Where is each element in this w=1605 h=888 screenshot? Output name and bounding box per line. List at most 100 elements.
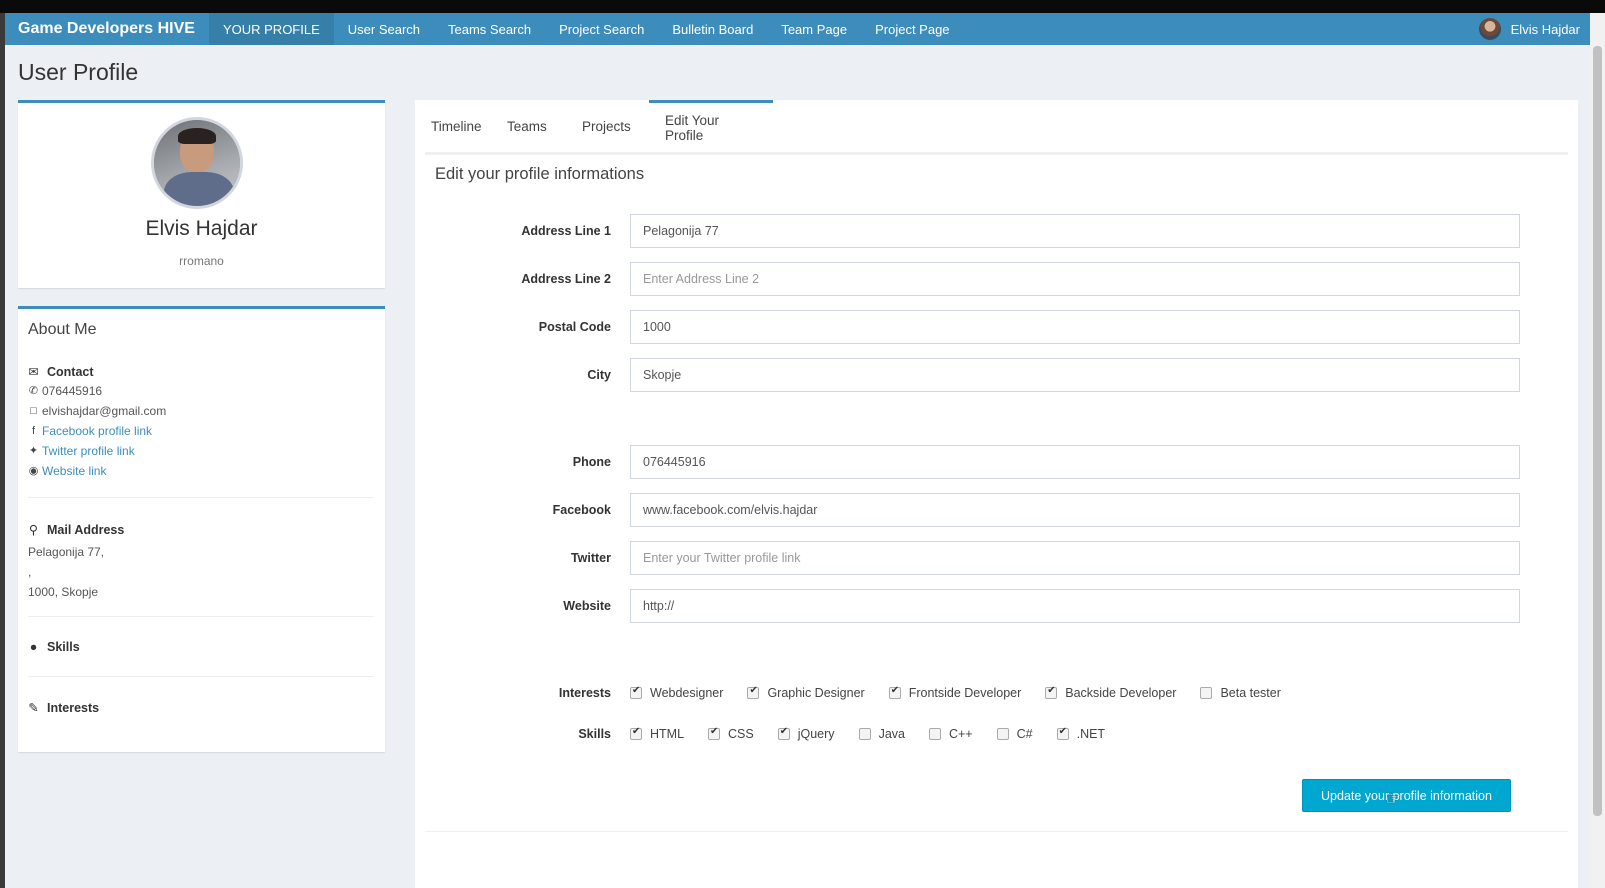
interests-checkbox[interactable]	[1045, 685, 1058, 699]
website-row: Website	[415, 589, 1578, 623]
tab-projects[interactable]: Projects	[566, 100, 647, 152]
profile-username: rromano	[179, 254, 224, 268]
nav-project-search[interactable]: Project Search	[545, 13, 658, 45]
skills-option[interactable]: .NET	[1056, 726, 1106, 741]
window-left-edge	[0, 13, 5, 888]
facebook-label: Facebook	[552, 503, 611, 517]
twitter-label: Twitter	[570, 551, 611, 565]
window-top-bar	[0, 0, 1605, 13]
skills-option[interactable]: Java	[858, 727, 905, 741]
address-line-2-input[interactable]	[630, 262, 1520, 296]
skills-option-label: C#	[1016, 727, 1033, 741]
mail-heading: Mail Address	[47, 522, 125, 537]
nav-bulletin-board[interactable]: Bulletin Board	[658, 13, 767, 45]
skills-checkbox[interactable]	[630, 726, 642, 740]
phone-input[interactable]	[630, 445, 1520, 479]
mail-line-1: Pelagonija 77,	[28, 545, 105, 559]
brand-logo[interactable]: Game Developers HIVE	[5, 13, 209, 45]
profile-tabs-panel: Timeline Teams Projects Edit Your Profil…	[415, 100, 1578, 888]
skills-heading: Skills	[47, 640, 80, 654]
twitter-link[interactable]: Twitter profile link	[42, 444, 135, 459]
postal-code-label: Postal Code	[538, 320, 611, 334]
skills-label: Skills	[578, 727, 611, 741]
scrollbar-thumb[interactable]	[1593, 46, 1602, 816]
interests-checkbox[interactable]	[1200, 687, 1213, 699]
phone-icon: ✆	[28, 385, 39, 397]
website-input[interactable]	[630, 589, 1520, 623]
address-line-1-label: Address Line 1	[521, 224, 611, 238]
user-avatar	[1478, 18, 1501, 40]
city-input[interactable]	[630, 358, 1520, 392]
user-menu[interactable]: Elvis Hajdar	[1478, 18, 1590, 40]
skills-option-label: HTML	[650, 727, 685, 741]
skills-checkbox[interactable]	[1056, 726, 1069, 740]
update-profile-button[interactable]: Update your profile information	[1302, 779, 1511, 812]
nav-project-page[interactable]: Project Page	[861, 13, 963, 45]
interests-section: ✎ Interests	[28, 700, 99, 716]
envelope-icon: ✉	[28, 365, 39, 379]
contact-heading: Contact	[47, 364, 94, 379]
interests-option[interactable]: Backside Developer	[1045, 685, 1176, 700]
nav-user-search[interactable]: User Search	[334, 13, 434, 45]
website-link[interactable]: Website link	[42, 464, 106, 479]
interests-option[interactable]: Graphic Designer	[747, 685, 865, 700]
globe-icon: ◉	[28, 465, 39, 477]
website-label: Website	[563, 599, 611, 613]
city-row: City	[415, 358, 1578, 392]
interests-label: Interests	[558, 686, 611, 700]
skills-option[interactable]: HTML	[630, 726, 685, 741]
facebook-input[interactable]	[630, 493, 1520, 527]
tab-underline	[425, 152, 1568, 155]
tab-edit-profile[interactable]: Edit Your Profile	[649, 100, 773, 152]
divider	[28, 616, 373, 617]
skills-checkbox[interactable]	[928, 728, 941, 740]
phone-label: Phone	[572, 455, 611, 469]
contact-phone: 076445916	[42, 384, 103, 398]
facebook-icon: f	[31, 425, 36, 437]
city-label: City	[587, 368, 611, 382]
mail-line-3: 1000, Skopje	[28, 585, 99, 599]
divider	[28, 676, 373, 677]
twitter-input[interactable]	[630, 541, 1520, 575]
nav-your-profile[interactable]: YOUR PROFILE	[208, 13, 334, 45]
twitter-row: Twitter	[415, 541, 1578, 575]
postal-code-input[interactable]	[630, 310, 1520, 344]
nav-team-page[interactable]: Team Page	[767, 13, 861, 45]
divider	[28, 497, 373, 498]
contact-section: ✉ Contact ✆ 076445916 □ elvishajdar@gmail.c…	[28, 364, 166, 479]
skills-checkbox[interactable]	[708, 726, 721, 740]
skills-checkbox[interactable]	[777, 726, 790, 740]
skills-checkbox[interactable]	[996, 728, 1009, 740]
mail-line-2: ,	[28, 565, 32, 579]
interests-option[interactable]: Frontside Developer	[888, 685, 1022, 700]
interests-option-label: Frontside Developer	[908, 686, 1022, 700]
profile-card: Elvis Hajdar rromano	[18, 100, 385, 288]
pencil-icon: ✎	[28, 701, 39, 715]
postal-code-row: Postal Code	[415, 310, 1578, 344]
skills-checkbox[interactable]	[858, 728, 871, 740]
profile-name: Elvis Hajdar	[145, 217, 258, 240]
interests-row: Interests Webdesigner Graphic Designer Fro…	[415, 683, 1578, 703]
address-line-1-input[interactable]	[630, 214, 1520, 248]
interests-option[interactable]: Beta tester	[1200, 686, 1281, 700]
skills-option-label: Java	[878, 727, 905, 741]
nav-teams-search[interactable]: Teams Search	[434, 13, 545, 45]
contact-email: elvishajdar@gmail.com	[42, 404, 167, 418]
interests-checkbox[interactable]	[630, 685, 642, 699]
skills-option[interactable]: C++	[928, 727, 973, 741]
facebook-link[interactable]: Facebook profile link	[42, 424, 152, 439]
interests-checkbox[interactable]	[747, 685, 760, 699]
twitter-icon: ✦	[28, 445, 39, 457]
skills-option[interactable]: C#	[996, 727, 1033, 741]
interests-option-label: Graphic Designer	[767, 686, 865, 700]
skills-option[interactable]: jQuery	[777, 726, 835, 741]
skills-option[interactable]: CSS	[708, 726, 754, 741]
map-marker-icon: ⚲	[28, 523, 39, 537]
page-title: User Profile	[18, 59, 139, 85]
interests-option-label: Webdesigner	[650, 686, 724, 700]
interests-option[interactable]: Webdesigner	[630, 685, 724, 700]
tab-timeline[interactable]: Timeline	[415, 100, 498, 152]
skills-option-label: .NET	[1076, 727, 1106, 741]
tab-teams[interactable]: Teams	[491, 100, 563, 152]
interests-checkbox[interactable]	[888, 685, 901, 699]
